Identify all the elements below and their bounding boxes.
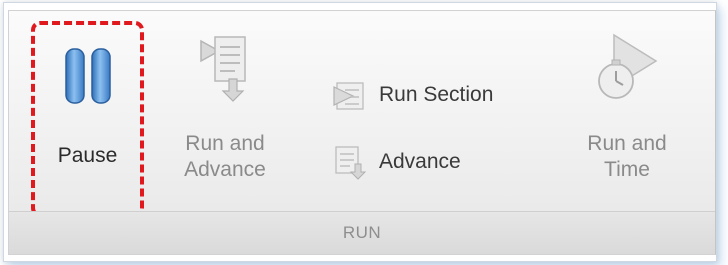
- run-and-time-label-line1: Run and: [587, 132, 667, 155]
- run-and-advance-button[interactable]: Run and Advance: [166, 31, 284, 184]
- run-section-icon: [331, 77, 367, 113]
- run-and-time-label-line2: Time: [604, 158, 650, 182]
- pause-label: Pause: [57, 144, 118, 167]
- run-and-advance-label-line2: Advance: [184, 158, 266, 182]
- pause-icon: [57, 45, 119, 107]
- advance-icon: [331, 144, 367, 180]
- run-and-advance-label-line1: Run and: [185, 132, 265, 155]
- run-and-time-button[interactable]: Run and Time: [567, 31, 687, 184]
- advance-label: Advance: [379, 150, 461, 173]
- run-and-time-icon: [594, 31, 660, 105]
- pause-button[interactable]: Pause: [31, 21, 144, 217]
- run-section-label: Run Section: [379, 83, 494, 106]
- run-section-button[interactable]: Run Section: [331, 77, 493, 113]
- section-footer: RUN: [9, 211, 715, 254]
- advance-button[interactable]: Advance: [331, 144, 461, 180]
- run-and-advance-icon: [195, 31, 255, 103]
- run-toolstrip-section: Pause Run and Advance Run Section Advanc…: [8, 10, 716, 255]
- section-title: RUN: [342, 223, 382, 242]
